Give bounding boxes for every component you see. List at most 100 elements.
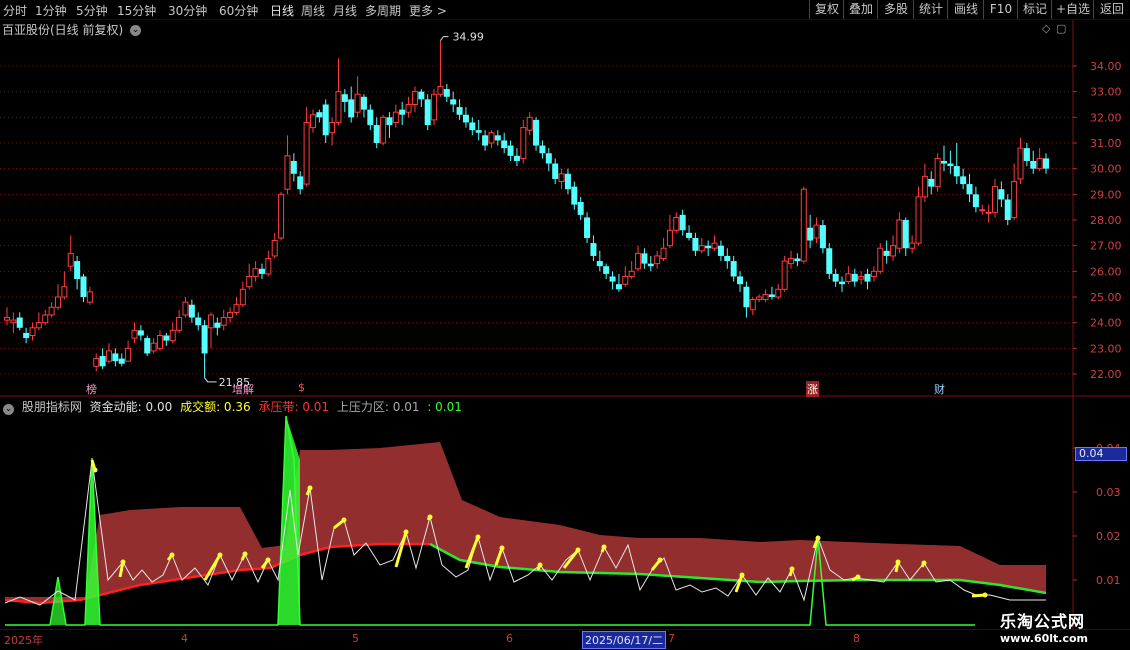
candle-body-up xyxy=(169,329,176,342)
gear-icon[interactable]: ⌄ xyxy=(3,404,14,415)
candle-body-down xyxy=(730,261,737,277)
candle-body-up xyxy=(654,255,661,265)
candle-body-up xyxy=(877,247,884,272)
candle-body-down xyxy=(928,178,935,187)
signal-dot xyxy=(120,559,126,565)
candle-body-down xyxy=(1004,199,1011,220)
candle-body-down xyxy=(367,109,374,126)
event-tag-dividend[interactable]: $ xyxy=(298,381,305,394)
period-timeshare[interactable]: 分时 xyxy=(3,2,27,19)
candle-body-up xyxy=(979,209,986,212)
candle-body-up xyxy=(756,296,763,301)
candle-body-down xyxy=(686,232,693,238)
candle-body-down xyxy=(705,245,712,249)
period-1min[interactable]: 1分钟 xyxy=(35,2,67,19)
signal-dot xyxy=(341,517,347,523)
event-tag-finance[interactable]: 财 xyxy=(934,381,945,397)
candle-body-up xyxy=(265,258,272,275)
candle-body-down xyxy=(188,304,195,318)
signal-dot xyxy=(739,572,745,578)
candle-body-down xyxy=(941,160,948,164)
event-tag-unlock[interactable]: 增解 xyxy=(232,381,254,397)
candle-body-up xyxy=(520,127,527,159)
candle-body-up xyxy=(635,252,642,270)
candle-body-up xyxy=(54,296,61,308)
period-5min[interactable]: 5分钟 xyxy=(76,2,108,19)
candle-body-down xyxy=(1043,158,1049,169)
indicator-name[interactable]: 股朋指标网 xyxy=(22,400,82,414)
candle-body-down xyxy=(972,194,979,208)
candle-body-up xyxy=(156,335,163,349)
period-weekly[interactable]: 周线 xyxy=(301,2,325,19)
candle-body-down xyxy=(1023,148,1030,161)
candle-body-up xyxy=(335,91,342,123)
multi-stock-button[interactable]: 多股 xyxy=(877,0,914,19)
candle-body-down xyxy=(641,253,648,264)
period-30min[interactable]: 30分钟 xyxy=(168,2,207,19)
indicator-tick-label: 0.02 xyxy=(1096,530,1121,543)
period-60min[interactable]: 60分钟 xyxy=(219,2,258,19)
signal-dot xyxy=(815,535,821,541)
f10-button[interactable]: F10 xyxy=(983,0,1018,19)
candle-body-up xyxy=(233,304,240,313)
cursor-date-label: 2025/06/17/二 xyxy=(582,631,667,649)
candle-body-up xyxy=(42,314,49,324)
candle-body-up xyxy=(176,317,183,331)
event-tag-rise[interactable]: 涨 xyxy=(806,381,819,397)
candle-body-down xyxy=(74,261,81,280)
signal-dot xyxy=(265,557,271,563)
time-label-jun: 6 xyxy=(506,632,513,645)
candle-body-up xyxy=(61,286,68,298)
candle-body-down xyxy=(494,135,501,141)
candle-body-down xyxy=(201,325,208,354)
period-multi[interactable]: 多周期 xyxy=(365,2,401,19)
candle-body-up xyxy=(131,329,138,339)
signal-dot xyxy=(921,560,927,566)
period-more[interactable]: 更多 > xyxy=(409,2,447,19)
price-chart[interactable]: 34.9921.85 34.00 33.00 32.00 31.00 30.00 29.0… xyxy=(0,20,1130,630)
restore-rights-button[interactable]: 复权 xyxy=(809,0,844,19)
overlay-button[interactable]: 叠加 xyxy=(843,0,878,19)
watermark-url: www.60lt.com xyxy=(1000,632,1089,645)
candle-body-down xyxy=(603,266,610,274)
candle-body-up xyxy=(437,86,444,95)
candle-body-down xyxy=(609,276,616,282)
time-label-aug: 8 xyxy=(853,632,860,645)
candle-body-down xyxy=(80,276,87,297)
candle-body-down xyxy=(195,317,202,326)
candle-body-down xyxy=(717,245,724,256)
candle-body-down xyxy=(112,353,119,362)
price-axis: 34.00 33.00 32.00 31.00 30.00 29.00 28.00 27.00… xyxy=(1073,60,1122,381)
period-monthly[interactable]: 月线 xyxy=(333,2,357,19)
pressure-band-label: 承压带: 0.01 xyxy=(258,400,330,414)
candle-body-up xyxy=(150,342,157,352)
candle-body-up xyxy=(392,111,399,123)
period-daily[interactable]: 日线 xyxy=(270,2,294,19)
event-tag-rank[interactable]: 榜 xyxy=(86,381,97,397)
candle-body-down xyxy=(443,89,450,97)
candle-body-down xyxy=(768,294,775,297)
candle-body-up xyxy=(890,245,897,257)
price-tick-label: 34.00 xyxy=(1090,60,1122,73)
back-button[interactable]: 返回 xyxy=(1093,0,1130,19)
candle-body-up xyxy=(29,327,36,336)
time-label-apr: 4 xyxy=(181,632,188,645)
candle-body-down xyxy=(533,119,540,146)
signal-dot xyxy=(475,534,481,540)
price-tick-label: 33.00 xyxy=(1090,86,1122,99)
candle-body-down xyxy=(341,94,348,102)
price-tick-label: 25.00 xyxy=(1090,291,1122,304)
draw-line-button[interactable]: 画线 xyxy=(947,0,984,19)
mark-button[interactable]: 标记 xyxy=(1017,0,1052,19)
signal-dot xyxy=(499,545,505,551)
candle-body-down xyxy=(902,220,909,249)
candle-body-down xyxy=(966,184,973,195)
candle-body-up xyxy=(800,188,807,262)
period-15min[interactable]: 15分钟 xyxy=(117,2,156,19)
candle-body-down xyxy=(998,189,1005,200)
signal-dot xyxy=(575,547,581,553)
price-tick-label: 28.00 xyxy=(1090,214,1122,227)
time-label-year: 2025年 xyxy=(4,634,43,647)
statistics-button[interactable]: 统计 xyxy=(913,0,948,19)
add-watchlist-button[interactable]: +自选 xyxy=(1051,0,1094,19)
